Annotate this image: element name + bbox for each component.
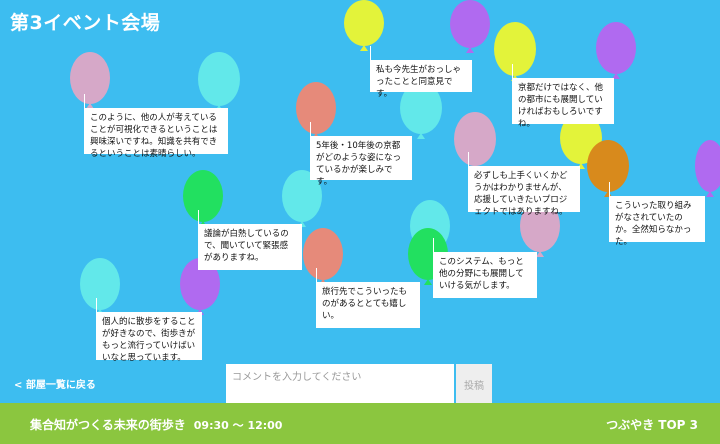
- comment-card: 必ずしも上手くいくかどうかはわかりませんが、応援していきたいプロジェクトではあり…: [468, 152, 580, 217]
- page-title: 第3イベント会場: [10, 12, 161, 34]
- balloon-5[interactable]: [494, 22, 536, 81]
- comment-card: 議論が白熱しているので、聞いていて緊張感がありますね。: [198, 210, 302, 270]
- balloon-3[interactable]: [344, 0, 384, 51]
- balloon-1[interactable]: [70, 52, 110, 109]
- event-info: 集合知がつくる未来の街歩き 09:30 〜 12:00: [30, 416, 282, 433]
- comment-card: このシステム、もっと他の分野にも展開していける気がします。: [433, 238, 537, 298]
- comment-text: このように、他の人が考えていることが可視化できるということは興味深いですね。知識…: [90, 113, 218, 159]
- balloon-9[interactable]: [454, 112, 496, 171]
- comment-card: このように、他の人が考えていることが可視化できるということは興味深いですね。知識…: [84, 94, 228, 159]
- comment-card: 私も今先生がおっしゃったことと同意見です。: [370, 46, 472, 99]
- comment-text: 京都だけではなく、他の都市にも展開していければおもしろいですね。: [518, 83, 604, 129]
- event-title: 集合知がつくる未来の街歩き: [30, 418, 186, 432]
- comment-text: 個人的に散歩をすることが好きなので、街歩きがもっと流行っていけばいいなと思ってい…: [102, 317, 196, 363]
- top3-link[interactable]: つぶやき TOP 3: [606, 416, 698, 433]
- balloon-2[interactable]: [198, 52, 240, 111]
- balloon-15[interactable]: [303, 228, 343, 285]
- balloon-19[interactable]: [80, 258, 120, 315]
- balloon-6[interactable]: [596, 22, 636, 79]
- balloon-7[interactable]: [296, 82, 336, 139]
- comment-text: 旅行先でこういったものがあるととても嬉しい。: [322, 287, 408, 321]
- comment-card: 5年後・10年後の京都がどのような姿になっているかが楽しみです。: [310, 122, 412, 187]
- balloon-13[interactable]: [183, 170, 223, 227]
- footer-bar: 集合知がつくる未来の街歩き 09:30 〜 12:00 つぶやき TOP 3: [0, 403, 720, 444]
- balloon-4[interactable]: [450, 0, 490, 53]
- comment-text: 必ずしも上手くいくかどうかはわかりませんが、応援していきたいプロジェクトではあり…: [474, 171, 568, 217]
- comment-card: 個人的に散歩をすることが好きなので、街歩きがもっと流行っていけばいいなと思ってい…: [96, 298, 202, 363]
- balloon-11[interactable]: [587, 140, 629, 197]
- comment-card: こういった取り組みがなされていたのか。全然知らなかった。: [609, 182, 705, 247]
- comment-card: 京都だけではなく、他の都市にも展開していければおもしろいですね。: [512, 64, 614, 129]
- comment-text: このシステム、もっと他の分野にも展開していける気がします。: [439, 257, 524, 291]
- back-to-rooms-link[interactable]: < 部屋一覧に戻る: [14, 376, 96, 391]
- balloon-12[interactable]: [695, 140, 720, 197]
- comment-text: こういった取り組みがなされていたのか。全然知らなかった。: [615, 201, 692, 247]
- comment-input[interactable]: [226, 364, 454, 404]
- event-time: 09:30 〜 12:00: [193, 419, 283, 432]
- comment-card: 旅行先でこういったものがあるととても嬉しい。: [316, 268, 420, 328]
- comment-text: 議論が白熱しているので、聞いていて緊張感がありますね。: [204, 229, 289, 263]
- post-button[interactable]: 投稿: [456, 364, 492, 404]
- comment-text: 5年後・10年後の京都がどのような姿になっているかが楽しみです。: [316, 141, 402, 187]
